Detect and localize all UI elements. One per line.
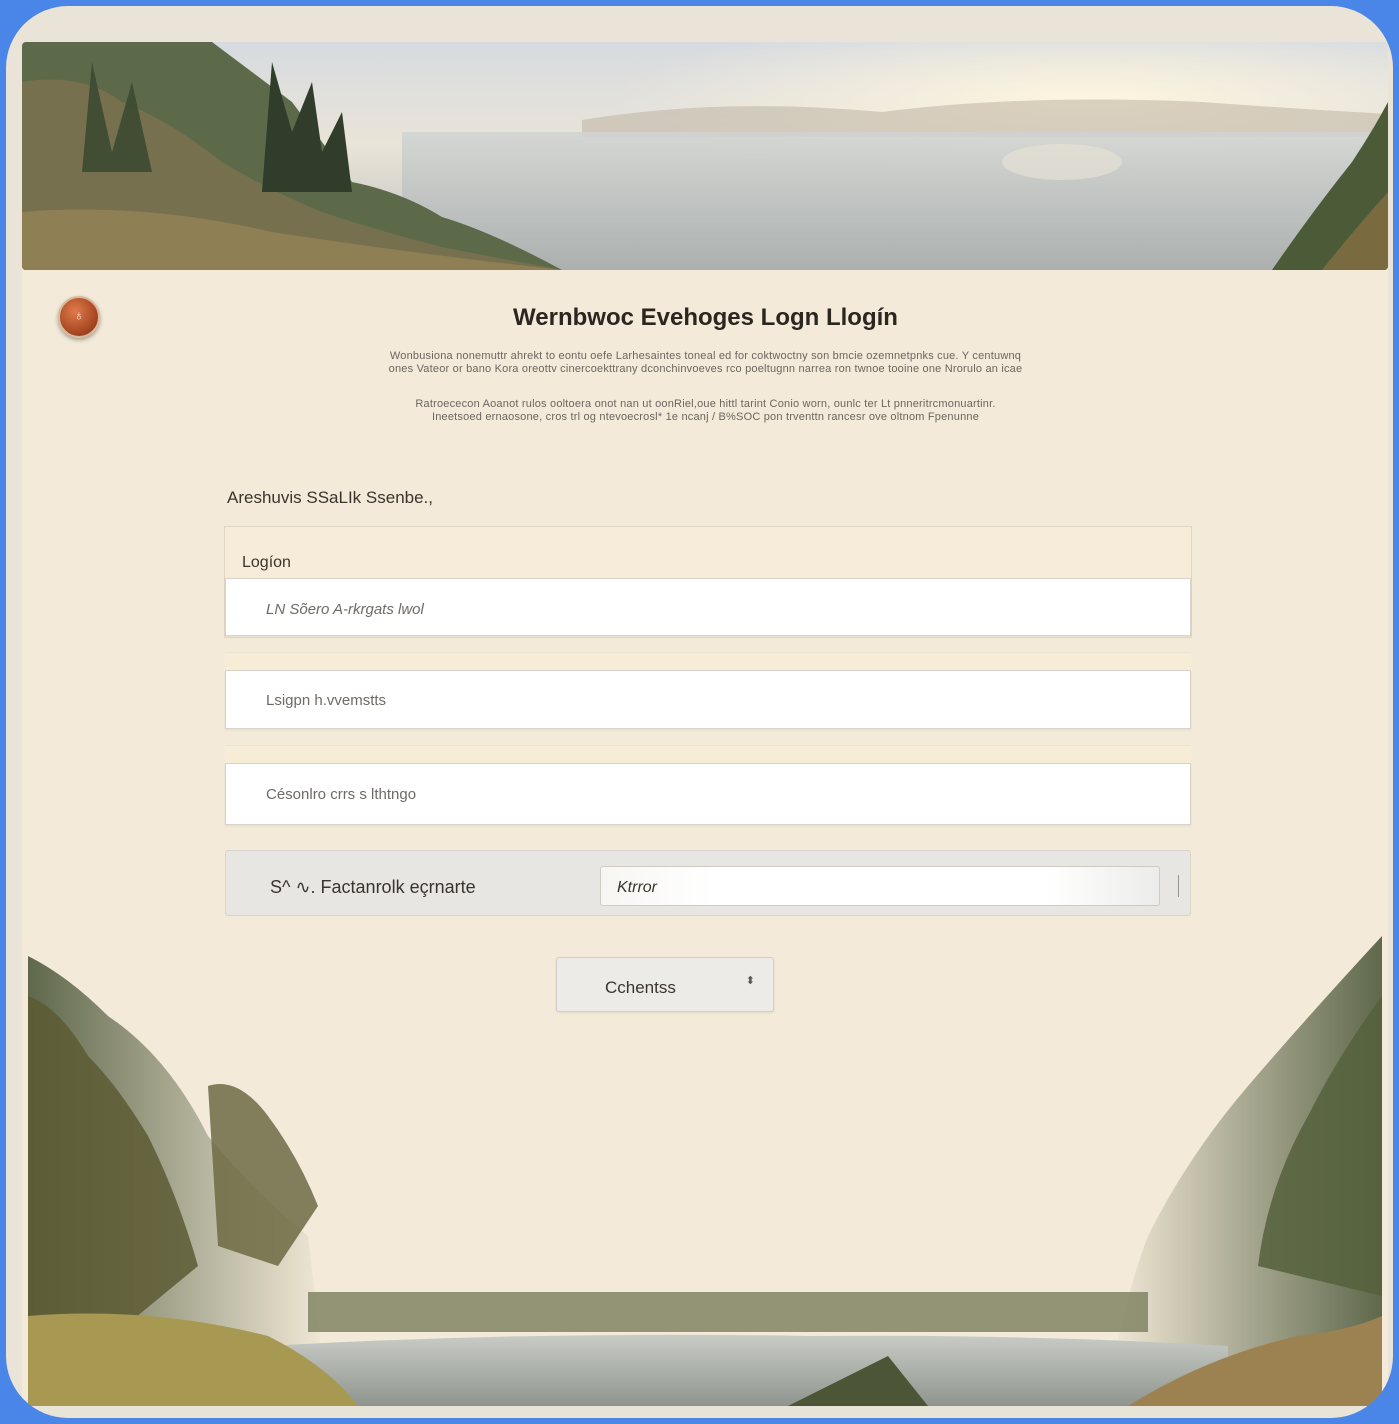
description-1-line-1: Wonbusiona nonemuttr ahrekt to eontu oef…: [389, 350, 1022, 362]
password-field[interactable]: Lsigpn h.vvemstts: [225, 670, 1191, 729]
sort-arrows-icon: ⬍: [745, 975, 755, 987]
description-1-line-2: ones Vateor or bano Kora oreottv cinerco…: [388, 363, 1023, 375]
username-field[interactable]: LN Sõero A-rkrgats lwol: [225, 578, 1191, 636]
description-2-line-1: Ratroececon Aoanot rulos ooltoera onot n…: [415, 398, 996, 410]
login-card: ♁ Wernbwoc Evehoges Logn Llogín Wonbusio…: [6, 6, 1393, 1418]
divider-stripe: [225, 745, 1191, 764]
description-paragraph-2: Ratroececon Aoanot rulos ooltoera onot n…: [6, 398, 1393, 424]
username-placeholder: LN Sõero A-rkrgats lwol: [266, 601, 424, 618]
submit-button[interactable]: Cchentss ⬍: [556, 957, 774, 1012]
confirm-placeholder: Césonlro crrs s lthtngo: [266, 786, 417, 803]
remember-row: S^ ∿. Factanrolk eçrnarte Ktrror: [225, 850, 1191, 916]
select-divider: [1178, 875, 1179, 897]
password-placeholder: Lsigpn h.vvemstts: [266, 692, 387, 709]
divider-stripe: [225, 652, 1191, 671]
description-paragraph-1: Wonbusiona nonemuttr ahrekt to eontu oef…: [6, 350, 1393, 376]
description-2-line-2: Ineetsoed ernaosone, cros trl og ntevoec…: [431, 411, 980, 423]
app-frame: ♁ Wernbwoc Evehoges Logn Llogín Wonbusio…: [0, 0, 1399, 1424]
remember-label: S^ ∿. Factanrolk eçrnarte: [270, 877, 476, 897]
option-select[interactable]: Ktrror: [600, 866, 1160, 906]
submit-button-label: Cchentss: [605, 978, 676, 997]
page-title: Wernbwoc Evehoges Logn Llogín: [513, 304, 898, 331]
header-landscape-image: [22, 42, 1388, 270]
form-section-label: Areshuvis SSaLIk Ssenbe.,: [227, 488, 434, 507]
select-value: Ktrror: [617, 879, 657, 896]
confirm-field[interactable]: Césonlro crrs s lthtngo: [225, 763, 1191, 825]
login-group-label: Logíon: [242, 554, 291, 571]
